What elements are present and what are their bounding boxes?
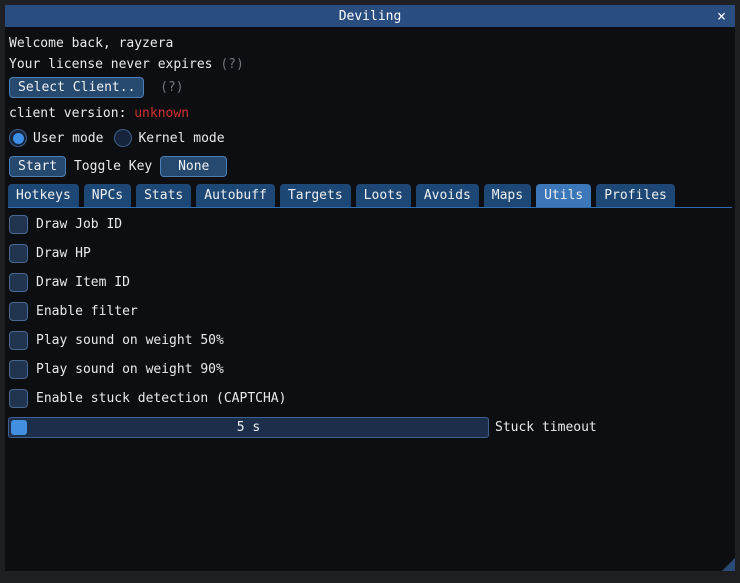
license-text: Your license never expires (9, 57, 213, 72)
tab-targets[interactable]: Targets (280, 184, 351, 207)
start-button[interactable]: Start (9, 156, 66, 177)
kernel-mode-label: Kernel mode (138, 131, 224, 146)
checkbox-icon[interactable] (9, 244, 28, 263)
stuck-timeout-label: Stuck timeout (495, 417, 597, 438)
user-mode-label: User mode (33, 131, 103, 146)
select-client-help-icon[interactable]: (?) (160, 80, 183, 95)
content-area: Welcome back, rayzera Your license never… (5, 27, 735, 571)
checkbox-label: Draw Item ID (36, 275, 130, 290)
checkbox-label: Draw Job ID (36, 217, 122, 232)
select-client-row: Select Client.. (?) (9, 77, 184, 98)
checkbox-sound-weight-50[interactable]: Play sound on weight 50% (9, 331, 224, 350)
start-row: Start Toggle Key None (9, 156, 227, 177)
checkbox-icon[interactable] (9, 215, 28, 234)
license-row: Your license never expires (?) (9, 57, 244, 72)
checkbox-label: Enable stuck detection (CAPTCHA) (36, 391, 286, 406)
checkbox-icon[interactable] (9, 273, 28, 292)
checkbox-label: Play sound on weight 50% (36, 333, 224, 348)
client-version-label: client version: (9, 106, 134, 121)
app-window: Deviling × Welcome back, rayzera Your li… (0, 0, 740, 583)
checkbox-label: Enable filter (36, 304, 138, 319)
mode-row: User mode Kernel mode (9, 129, 225, 147)
checkbox-enable-filter[interactable]: Enable filter (9, 302, 138, 321)
close-icon[interactable]: × (717, 5, 726, 27)
radio-unselected-icon (114, 129, 132, 147)
client-version-value: unknown (134, 106, 189, 121)
user-mode-radio[interactable]: User mode (9, 129, 103, 147)
welcome-text: Welcome back, rayzera (9, 36, 173, 51)
tab-maps[interactable]: Maps (484, 184, 531, 207)
checkbox-stuck-detection[interactable]: Enable stuck detection (CAPTCHA) (9, 389, 286, 408)
checkbox-icon[interactable] (9, 302, 28, 321)
title-bar[interactable]: Deviling × (5, 5, 735, 27)
tab-avoids[interactable]: Avoids (416, 184, 479, 207)
checkbox-label: Draw HP (36, 246, 91, 261)
window-title: Deviling (339, 9, 402, 24)
client-version-row: client version: unknown (9, 106, 189, 121)
select-client-button[interactable]: Select Client.. (9, 77, 144, 98)
checkbox-draw-job-id[interactable]: Draw Job ID (9, 215, 122, 234)
checkbox-icon[interactable] (9, 331, 28, 350)
checkbox-label: Play sound on weight 90% (36, 362, 224, 377)
tab-autobuff[interactable]: Autobuff (196, 184, 275, 207)
kernel-mode-radio[interactable]: Kernel mode (114, 129, 224, 147)
slider-handle[interactable] (11, 420, 27, 435)
resize-grip[interactable] (722, 558, 735, 571)
tab-profiles[interactable]: Profiles (596, 184, 675, 207)
tab-bar: Hotkeys NPCs Stats Autobuff Targets Loot… (8, 184, 732, 208)
checkbox-sound-weight-90[interactable]: Play sound on weight 90% (9, 360, 224, 379)
checkbox-draw-hp[interactable]: Draw HP (9, 244, 91, 263)
slider-value: 5 s (9, 418, 488, 437)
radio-selected-icon (9, 129, 27, 147)
license-help-icon[interactable]: (?) (220, 57, 243, 72)
checkbox-draw-item-id[interactable]: Draw Item ID (9, 273, 130, 292)
tab-hotkeys[interactable]: Hotkeys (8, 184, 79, 207)
toggle-key-label: Toggle Key (74, 159, 152, 174)
tab-stats[interactable]: Stats (136, 184, 191, 207)
tab-loots[interactable]: Loots (356, 184, 411, 207)
stuck-timeout-slider[interactable]: 5 s (8, 417, 489, 438)
checkbox-icon[interactable] (9, 360, 28, 379)
checkbox-icon[interactable] (9, 389, 28, 408)
toggle-key-button[interactable]: None (160, 156, 227, 177)
tab-npcs[interactable]: NPCs (84, 184, 131, 207)
tab-utils[interactable]: Utils (536, 184, 591, 207)
